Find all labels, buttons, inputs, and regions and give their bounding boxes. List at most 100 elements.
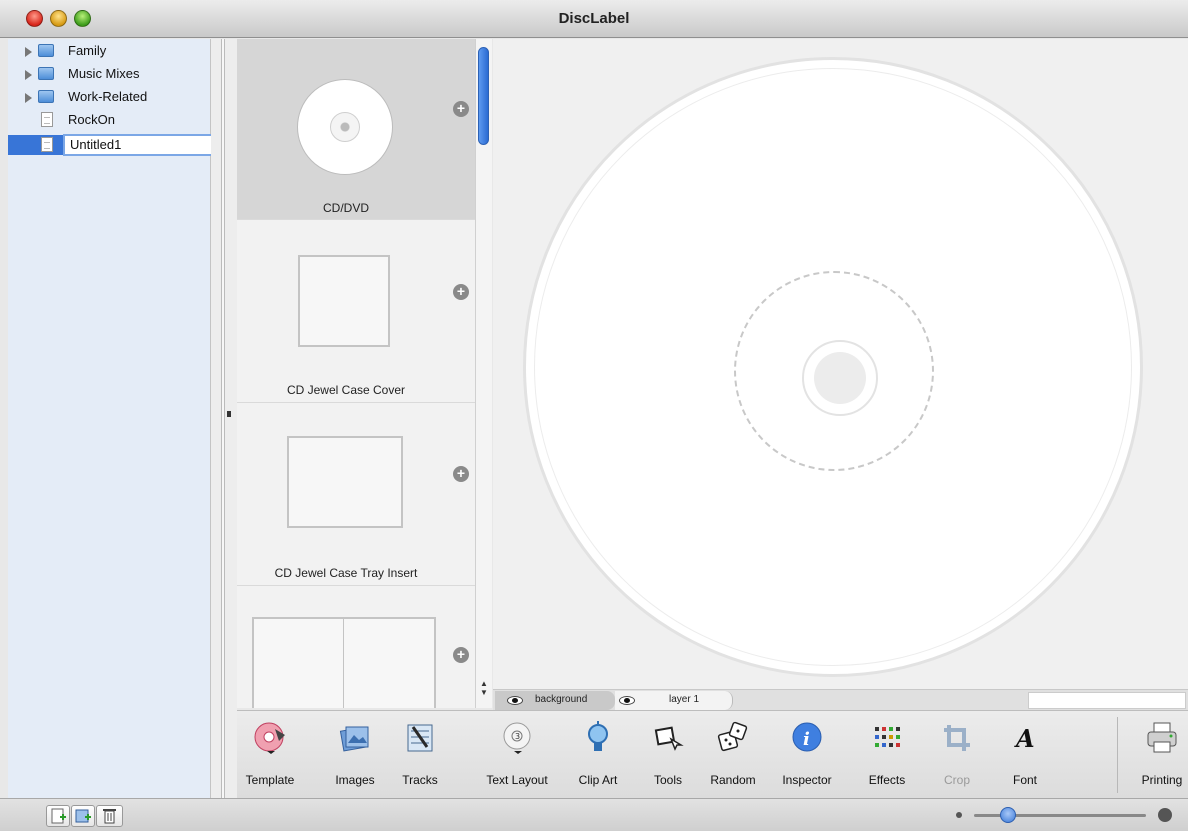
- template-list-scrollbar[interactable]: ▲ ▼: [475, 39, 492, 708]
- scrollbar-thumb[interactable]: [478, 47, 489, 145]
- splitter-bar[interactable]: [221, 39, 225, 798]
- template-button[interactable]: Template: [245, 721, 295, 795]
- template-disc-icon: [254, 722, 285, 754]
- title-bar: DiscLabel: [0, 0, 1188, 38]
- text-layout-button-label: Text Layout: [486, 773, 548, 787]
- template-jewel-case-cover[interactable]: + CD Jewel Case Cover: [237, 221, 475, 403]
- svg-text:3: 3: [515, 732, 520, 741]
- font-button-label: Font: [1012, 773, 1037, 787]
- split-view-divider[interactable]: [211, 39, 237, 798]
- effects-icon: [875, 727, 900, 747]
- add-template-button[interactable]: +: [453, 647, 469, 663]
- sidebar-item-music-mixes[interactable]: Music Mixes: [8, 64, 211, 86]
- toolbar-separator: [1117, 717, 1118, 793]
- svg-text:A: A: [1014, 724, 1035, 753]
- bottom-bar: [0, 798, 1188, 831]
- sidebar-item-label: Family: [68, 43, 107, 58]
- folder-icon: [38, 44, 54, 57]
- clip-art-button[interactable]: Clip Art: [573, 721, 623, 795]
- images-button-label: Images: [335, 773, 375, 787]
- main-toolbar: Template Images Tracks 3 Text Layout Cli…: [237, 710, 1188, 798]
- tracks-icon: [407, 724, 433, 752]
- sidebar: Family Music Mixes Work-Related RockOn U…: [8, 39, 213, 798]
- sidebar-item-untitled1[interactable]: Untitled1: [8, 134, 213, 156]
- images-icon: [339, 726, 369, 752]
- trash-icon: [103, 809, 116, 824]
- template-label: CD/DVD: [322, 201, 369, 215]
- random-button-label: Random: [710, 773, 756, 787]
- clip-art-button-label: Clip Art: [578, 773, 618, 787]
- tracks-button[interactable]: Tracks: [395, 721, 445, 795]
- tools-button[interactable]: Tools: [645, 721, 691, 795]
- images-button[interactable]: Images: [330, 721, 380, 795]
- layer-name-field[interactable]: [1028, 692, 1186, 709]
- crop-button[interactable]: Crop: [937, 721, 977, 795]
- layer-tab-layer-1[interactable]: layer 1: [615, 691, 733, 710]
- inspector-button-label: Inspector: [782, 773, 832, 787]
- window-title: DiscLabel: [558, 10, 630, 27]
- add-template-button[interactable]: +: [453, 284, 469, 300]
- eye-icon[interactable]: [619, 696, 635, 705]
- tracks-button-label: Tracks: [402, 773, 438, 787]
- cd-thumbnail-icon: [297, 79, 393, 175]
- printer-icon: [1147, 722, 1177, 753]
- new-collection-icon: [75, 809, 91, 823]
- lasso-icon: [654, 726, 684, 751]
- effects-button-label: Effects: [868, 773, 906, 787]
- layer-label: background: [535, 694, 588, 705]
- template-cd-dvd[interactable]: + CD/DVD: [237, 39, 475, 220]
- template-jewel-case-tray[interactable]: + CD Jewel Case Tray Insert: [237, 404, 475, 586]
- zoom-slider-knob[interactable]: [1000, 807, 1016, 823]
- eye-icon[interactable]: [507, 696, 523, 705]
- design-canvas[interactable]: [493, 39, 1188, 689]
- disc-hub: [802, 340, 878, 416]
- folder-icon: [38, 90, 54, 103]
- splitter-grip-icon[interactable]: [227, 411, 231, 417]
- sidebar-item-label: RockOn: [68, 112, 115, 127]
- lightbulb-icon: [588, 721, 608, 751]
- new-document-icon: [51, 808, 66, 824]
- booklet-left-page-thumbnail: [252, 617, 344, 708]
- sidebar-item-family[interactable]: Family: [8, 41, 211, 63]
- font-icon: A: [1014, 724, 1035, 753]
- new-document-button[interactable]: [46, 805, 70, 827]
- template-booklet[interactable]: +: [237, 587, 475, 708]
- effects-button[interactable]: Effects: [865, 721, 909, 795]
- add-template-button[interactable]: +: [453, 101, 469, 117]
- rename-field[interactable]: Untitled1: [63, 134, 213, 156]
- layer-bar: background layer 1: [493, 689, 1188, 710]
- document-icon: [41, 137, 53, 152]
- template-label: CD Jewel Case Tray Insert: [274, 566, 418, 580]
- disclosure-triangle-icon[interactable]: [25, 70, 32, 80]
- sidebar-item-rockon[interactable]: RockOn: [8, 110, 211, 132]
- sidebar-item-label: Work-Related: [68, 89, 148, 104]
- dice-icon: [717, 721, 748, 752]
- sidebar-item-label: Music Mixes: [68, 66, 140, 81]
- layer-tab-background[interactable]: background: [495, 691, 615, 710]
- font-button[interactable]: A Font: [1005, 721, 1045, 795]
- add-template-button[interactable]: +: [453, 466, 469, 482]
- layer-label: layer 1: [669, 694, 700, 705]
- tools-button-label: Tools: [653, 773, 682, 787]
- random-button[interactable]: Random: [707, 721, 759, 795]
- zoom-out-icon[interactable]: [956, 812, 962, 818]
- template-label: CD Jewel Case Cover: [286, 383, 406, 397]
- delete-button[interactable]: [96, 805, 123, 827]
- printing-button[interactable]: Printing: [1137, 721, 1187, 795]
- scroll-arrows-icon[interactable]: ▲ ▼: [480, 679, 488, 697]
- booklet-right-page-thumbnail: [343, 617, 436, 708]
- disclosure-triangle-icon[interactable]: [25, 47, 32, 57]
- jewel-case-cover-thumbnail: [298, 255, 390, 347]
- template-list: + CD/DVD + CD Jewel Case Cover + CD Jewe…: [237, 39, 475, 708]
- info-icon: i: [792, 722, 822, 752]
- text-layout-button[interactable]: 3 Text Layout: [486, 721, 548, 795]
- crop-icon: [944, 725, 970, 751]
- new-collection-button[interactable]: [71, 805, 95, 827]
- disc-label-canvas[interactable]: [523, 57, 1143, 677]
- zoom-in-icon[interactable]: [1158, 808, 1172, 822]
- printing-button-label: Printing: [1141, 773, 1183, 787]
- tray-insert-thumbnail: [287, 436, 403, 528]
- inspector-button[interactable]: i Inspector: [781, 721, 833, 795]
- disclosure-triangle-icon[interactable]: [25, 93, 32, 103]
- sidebar-item-work-related[interactable]: Work-Related: [8, 87, 211, 109]
